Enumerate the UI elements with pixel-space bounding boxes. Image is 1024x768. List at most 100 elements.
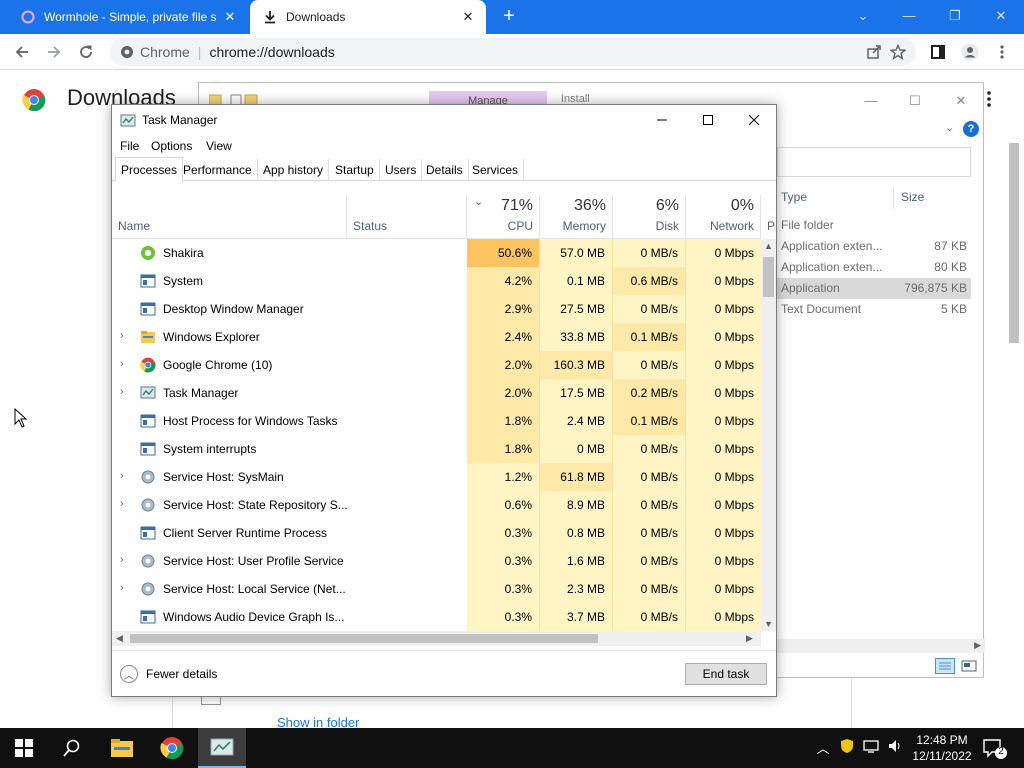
page-scrollbar[interactable] — [1006, 127, 1024, 727]
scrollbar-thumb[interactable] — [763, 257, 774, 297]
tab-wormhole[interactable]: Wormhole - Simple, private file s ✕ — [8, 0, 248, 34]
explorer-row[interactable]: Application exten... 87 KB — [777, 236, 971, 257]
profile-avatar-icon[interactable] — [958, 40, 982, 64]
process-row[interactable]: System 4.2% 0.1 MB 0.6 MB/s 0 Mbps — [112, 267, 761, 295]
expand-chevron-icon[interactable]: › — [120, 330, 130, 344]
forward-button[interactable] — [42, 40, 66, 64]
security-shield-icon[interactable] — [838, 738, 856, 758]
tab-services[interactable]: Services — [467, 159, 525, 181]
name-column-header[interactable]: Name — [112, 195, 347, 239]
volume-icon[interactable] — [886, 738, 904, 758]
network-icon[interactable] — [862, 738, 880, 758]
ribbon-expand-icon[interactable]: ⌄ — [945, 121, 954, 134]
taskbar-file-explorer[interactable] — [98, 728, 146, 768]
end-task-button[interactable]: End task — [685, 663, 767, 685]
system-clock[interactable]: 12:48 PM 12/11/2022 — [912, 732, 972, 764]
scroll-down-icon[interactable]: ▼ — [764, 619, 773, 629]
maximize-button[interactable] — [685, 105, 731, 135]
explorer-maximize-button[interactable]: ☐ — [895, 91, 935, 111]
side-panel-icon[interactable] — [926, 40, 950, 64]
address-bar[interactable]: Chrome | chrome://downloads — [110, 38, 916, 66]
scrollbar-thumb[interactable] — [1009, 143, 1019, 343]
close-tab-icon[interactable]: ✕ — [220, 7, 240, 27]
expand-chevron-icon[interactable]: › — [120, 386, 130, 400]
reload-button[interactable] — [74, 40, 98, 64]
details-view-icon[interactable] — [935, 658, 955, 674]
network-column-header[interactable]: 0% Network — [686, 195, 761, 239]
notification-center-button[interactable]: 2 — [980, 736, 1008, 760]
expand-chevron-icon[interactable]: › — [120, 554, 130, 568]
tab-details[interactable]: Details — [421, 159, 469, 181]
process-row[interactable]: › Service Host: SysMain 1.2% 61.8 MB 0 MB/s 0… — [112, 463, 761, 491]
process-row[interactable]: › Windows Explorer 2.4% 33.8 MB 0.1 MB/s 0 Mb… — [112, 323, 761, 351]
process-horizontal-scrollbar[interactable]: ◀ ▶ — [112, 631, 761, 646]
type-column-header[interactable]: Type — [781, 190, 807, 204]
menu-file[interactable]: File — [120, 139, 139, 153]
process-row[interactable]: System interrupts 1.8% 0 MB 0 MB/s 0 Mbps — [112, 435, 761, 463]
expand-chevron-icon[interactable]: › — [120, 582, 130, 596]
explorer-minimize-button[interactable]: — — [851, 91, 891, 111]
tab-performance[interactable]: Performance — [178, 159, 258, 181]
process-vertical-scrollbar[interactable]: ▲ ▼ — [761, 239, 776, 631]
show-hidden-icons-icon[interactable]: ︿ — [814, 738, 832, 758]
tab-downloads[interactable]: Downloads ✕ — [250, 0, 486, 34]
cpu-column-header[interactable]: 71% CPU — [467, 195, 540, 239]
close-window-button[interactable]: ✕ — [986, 4, 1016, 28]
minimize-button[interactable] — [639, 105, 685, 135]
new-tab-button[interactable]: + — [498, 6, 520, 28]
scroll-right-icon[interactable]: ▶ — [746, 633, 753, 644]
process-row[interactable]: › Google Chrome (10) 2.0% 160.3 MB 0 MB/s 0 M… — [112, 351, 761, 379]
close-button[interactable] — [731, 105, 777, 135]
fewer-details-button[interactable]: ︿ Fewer details — [120, 665, 217, 683]
size-column-header[interactable]: Size — [901, 190, 924, 204]
tab-search-icon[interactable]: ⌄ — [848, 4, 878, 28]
taskbar-task-manager[interactable] — [198, 728, 246, 768]
explorer-row-selected[interactable]: Application 796,875 KB — [777, 278, 971, 299]
help-icon[interactable]: ? — [963, 121, 979, 137]
tab-users[interactable]: Users — [380, 159, 423, 181]
explorer-close-button[interactable]: ✕ — [941, 91, 981, 111]
taskbar-chrome[interactable] — [148, 728, 196, 768]
expand-chevron-icon[interactable]: › — [120, 358, 130, 372]
tab-startup[interactable]: Startup — [330, 159, 380, 181]
memory-column-header[interactable]: 36% Memory — [540, 195, 613, 239]
large-icons-view-icon[interactable] — [959, 658, 979, 674]
close-tab-icon[interactable]: ✕ — [458, 7, 478, 27]
process-row[interactable]: › Service Host: State Repository S... 0.6%… — [112, 491, 761, 519]
chrome-menu-icon[interactable] — [990, 40, 1014, 64]
start-button[interactable] — [0, 728, 48, 768]
scroll-up-icon[interactable]: ▲ — [764, 241, 773, 251]
tab-processes[interactable]: Processes — [115, 157, 184, 182]
process-row[interactable]: Desktop Window Manager 2.9% 27.5 MB 0 MB/s 0… — [112, 295, 761, 323]
power-column-header[interactable]: P — [767, 219, 775, 233]
explorer-row[interactable]: File folder — [777, 215, 971, 236]
process-row[interactable]: › Service Host: Local Service (Net... 0.3%… — [112, 575, 761, 603]
process-row[interactable]: Shakira 50.6% 57.0 MB 0 MB/s 0 Mbps — [112, 239, 761, 267]
process-row[interactable]: Windows Audio Device Graph Is... 0.3% 3.7 … — [112, 603, 761, 631]
process-row[interactable]: Host Process for Windows Tasks 1.8% 2.4 MB… — [112, 407, 761, 435]
search-button[interactable] — [48, 728, 96, 768]
menu-options[interactable]: Options — [151, 139, 192, 153]
minimize-button[interactable]: — — [894, 4, 924, 28]
task-manager-titlebar[interactable]: Task Manager — [112, 105, 776, 135]
share-icon[interactable] — [862, 40, 886, 64]
scroll-left-icon[interactable]: ◀ — [116, 633, 123, 644]
menu-view[interactable]: View — [206, 139, 232, 153]
status-column-header[interactable]: Status — [347, 195, 467, 239]
downloads-menu-icon[interactable] — [984, 89, 994, 109]
bookmark-star-icon[interactable] — [886, 40, 910, 64]
expand-chevron-icon[interactable]: › — [120, 498, 130, 512]
explorer-row[interactable]: Text Document 5 KB — [777, 299, 971, 320]
explorer-row[interactable]: Application exten... 80 KB — [777, 257, 971, 278]
explorer-search-input[interactable] — [777, 147, 971, 177]
back-button[interactable] — [10, 40, 34, 64]
process-row[interactable]: › Service Host: User Profile Service 0.3% 1… — [112, 547, 761, 575]
restore-button[interactable]: ❐ — [940, 4, 970, 28]
tab-app-history[interactable]: App history — [258, 159, 330, 181]
disk-column-header[interactable]: 6% Disk — [613, 195, 686, 239]
expand-chevron-icon[interactable]: › — [120, 470, 130, 484]
process-row[interactable]: Client Server Runtime Process 0.3% 0.8 MB 0… — [112, 519, 761, 547]
explorer-horizontal-scrollbar[interactable]: ▶ — [777, 639, 985, 653]
process-row[interactable]: › Task Manager 2.0% 17.5 MB 0.2 MB/s 0 Mbps — [112, 379, 761, 407]
scroll-right-icon[interactable]: ▶ — [974, 640, 981, 651]
